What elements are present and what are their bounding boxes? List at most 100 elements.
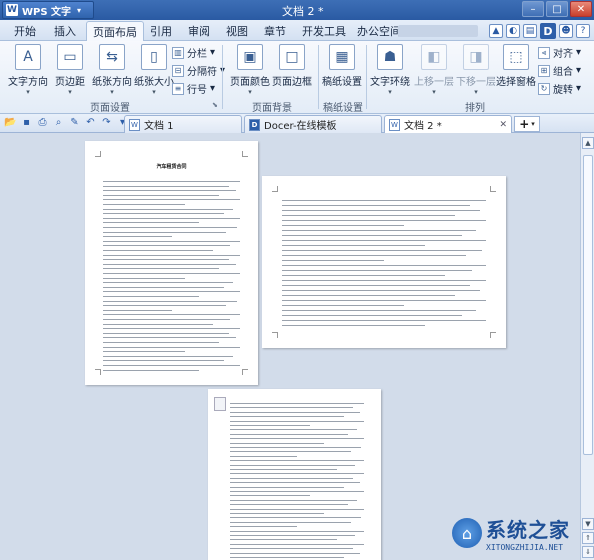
doc-tab-1[interactable]: W 文档 1 xyxy=(124,115,242,133)
text-line xyxy=(282,275,445,276)
align-button[interactable]: ⫷ 对齐 ▾ xyxy=(538,45,581,60)
maximize-button[interactable]: □ xyxy=(546,1,568,17)
text-line xyxy=(230,460,364,462)
text-line xyxy=(103,199,240,201)
text-line xyxy=(282,310,476,311)
close-tab-icon[interactable]: ✕ xyxy=(499,120,507,130)
text-line xyxy=(230,438,364,440)
columns-button[interactable]: ▥ 分栏 ▾ xyxy=(172,45,215,60)
align-label: 对齐 xyxy=(553,49,573,60)
help-icon[interactable]: ? xyxy=(576,24,590,38)
scroll-up-icon[interactable]: ▲ xyxy=(582,137,594,149)
text-line xyxy=(103,314,240,316)
minimize-button[interactable]: – xyxy=(522,1,544,17)
text-line xyxy=(230,530,364,532)
tab-insert[interactable]: 插入 xyxy=(54,23,76,39)
print-preview-icon[interactable]: ⌕ xyxy=(52,116,65,129)
text-line xyxy=(282,250,482,251)
text-line xyxy=(230,539,337,541)
group-label: 组合 xyxy=(553,67,573,78)
manuscript-settings-label: 稿纸设置 xyxy=(322,77,362,88)
print-icon[interactable]: ⎙ xyxy=(36,116,49,129)
page-setup-expander-icon[interactable]: ⬊ xyxy=(212,101,218,109)
vertical-scrollbar[interactable]: ▲ ▼ ⇑ ⇓ xyxy=(580,133,594,560)
text-line xyxy=(282,285,470,286)
manuscript-group-label: 稿纸设置 xyxy=(323,103,363,114)
prev-page-icon[interactable]: ⇑ xyxy=(582,532,594,544)
page-border-button[interactable]: □ 页面边框 xyxy=(272,44,312,88)
margins-button[interactable]: ▭ 页边距 ▾ xyxy=(55,44,85,96)
page-color-button[interactable]: ▣ 页面颜色 ▾ xyxy=(230,44,270,96)
redo-icon[interactable]: ↷ xyxy=(100,116,113,129)
line-numbers-button[interactable]: ≡ 行号 ▾ xyxy=(172,81,215,96)
text-line xyxy=(103,332,229,334)
text-line xyxy=(103,296,199,297)
tab-page-layout[interactable]: 页面布局 xyxy=(86,21,144,42)
group-button[interactable]: ⊞ 组合 ▾ xyxy=(538,63,581,78)
orientation-label: 纸张方向 xyxy=(92,77,132,88)
text-line xyxy=(103,190,236,192)
paper-size-button[interactable]: ▯ 纸张大小 ▾ xyxy=(134,44,174,96)
text-wrap-button[interactable]: ☗ 文字环绕 ▾ xyxy=(370,44,410,96)
text-line xyxy=(103,240,240,242)
text-line xyxy=(103,217,240,219)
page-setup-group-label: 页面设置 xyxy=(90,103,130,114)
document-workspace[interactable]: 汽车租赁合同 ⌂ 系统之家 XITONGZHIJIA.NET xyxy=(0,133,580,560)
tab-office-space[interactable]: 办公空间 xyxy=(357,23,401,39)
undo-icon[interactable]: ↶ xyxy=(84,116,97,129)
tab-section[interactable]: 章节 xyxy=(264,23,286,39)
text-line xyxy=(282,255,466,256)
tab-view[interactable]: 视图 xyxy=(226,23,248,39)
text-direction-button[interactable]: A 文字方向 ▾ xyxy=(8,44,48,96)
breaks-button[interactable]: ⊟ 分隔符▾ xyxy=(172,63,225,78)
text-line xyxy=(103,369,199,371)
skin-icon[interactable]: ◐ xyxy=(506,24,520,38)
text-line xyxy=(282,260,384,261)
tab-home[interactable]: 开始 xyxy=(14,23,36,39)
manuscript-settings-button[interactable]: ▦ 稿纸设置 xyxy=(322,44,362,88)
options-icon[interactable]: ▤ xyxy=(523,24,537,38)
next-page-icon[interactable]: ⇓ xyxy=(582,546,594,558)
bring-forward-button[interactable]: ◧ 上移一层 ▾ xyxy=(414,44,454,96)
text-line xyxy=(103,309,172,311)
text-line xyxy=(282,205,470,206)
scroll-thumb[interactable] xyxy=(583,155,593,455)
orientation-button[interactable]: ⇆ 纸张方向 ▾ xyxy=(92,44,132,96)
text-line xyxy=(103,323,213,325)
text-line xyxy=(103,268,219,270)
group-icon: ⊞ xyxy=(538,64,550,77)
new-tab-button[interactable]: + ▾ xyxy=(514,116,540,132)
format-painter-icon[interactable]: ✎ xyxy=(68,116,81,129)
tab-developer[interactable]: 开发工具 xyxy=(302,23,346,39)
align-icon: ⫷ xyxy=(538,46,550,59)
text-line xyxy=(282,200,486,201)
text-line xyxy=(230,442,324,444)
text-line xyxy=(103,305,226,307)
text-line xyxy=(282,240,486,241)
doc-tab-label: 文档 1 xyxy=(144,121,174,132)
tab-references[interactable]: 引用 xyxy=(150,23,172,39)
watermark-name: 系统之家 xyxy=(486,518,570,542)
close-button[interactable]: ✕ xyxy=(570,1,592,17)
app-menu-button[interactable]: W WPS 文字 ▾ xyxy=(2,1,94,19)
scroll-down-icon[interactable]: ▼ xyxy=(582,518,594,530)
text-line xyxy=(230,416,344,418)
text-line xyxy=(103,342,219,343)
docer-icon[interactable]: D xyxy=(540,23,556,39)
tab-review[interactable]: 审阅 xyxy=(188,23,210,39)
text-wrap-icon: ☗ xyxy=(377,44,403,70)
document-icon: W xyxy=(129,118,140,131)
collapse-ribbon-icon[interactable]: ▲ xyxy=(489,24,503,38)
doc-tab-2[interactable]: W 文档 2 * ✕ xyxy=(384,115,512,133)
page-1: 汽车租赁合同 xyxy=(85,141,258,385)
doc-tab-docer[interactable]: D Docer-在线模板 xyxy=(244,115,382,133)
text-line xyxy=(103,250,213,251)
text-line xyxy=(230,407,353,409)
save-icon[interactable]: ▪ xyxy=(20,116,33,129)
rotate-button[interactable]: ↻ 旋转 ▾ xyxy=(538,81,581,96)
open-folder-icon[interactable]: 📂 xyxy=(4,116,17,129)
line-numbers-label: 行号 xyxy=(187,85,207,96)
selection-pane-button[interactable]: ⬚ 选择窗格 xyxy=(496,44,536,88)
send-backward-button[interactable]: ◨ 下移一层 ▾ xyxy=(456,44,496,96)
avatar-icon[interactable]: ☻ xyxy=(559,24,573,38)
